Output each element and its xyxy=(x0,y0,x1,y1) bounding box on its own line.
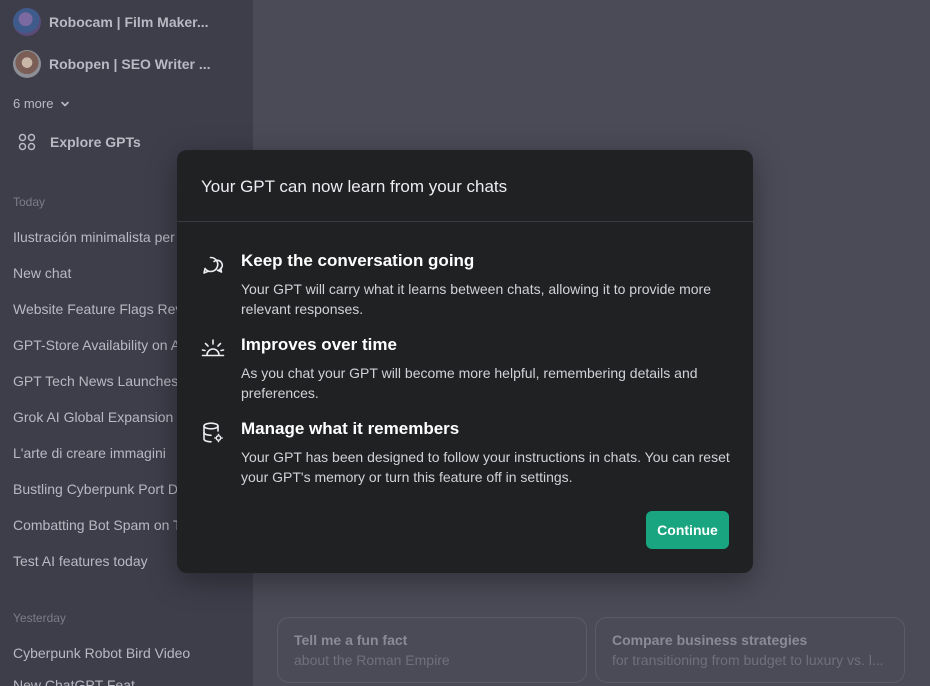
chat-list-item[interactable]: Cyberpunk Robot Bird Video xyxy=(13,645,253,661)
section-label-yesterday: Yesterday xyxy=(13,611,66,625)
suggestion-subtitle: about the Roman Empire xyxy=(294,652,450,668)
feature-description: Your GPT will carry what it learns betwe… xyxy=(241,281,711,317)
show-more-button[interactable]: 6 more xyxy=(13,96,71,111)
chevron-down-icon xyxy=(61,101,70,106)
show-more-label: 6 more xyxy=(13,96,54,111)
database-settings-icon xyxy=(203,422,223,443)
avatar xyxy=(13,8,41,36)
suggestion-title: Compare business strategies xyxy=(612,632,808,648)
feature-heading: Improves over time xyxy=(241,335,397,354)
chat-bubbles-icon xyxy=(203,256,223,274)
feature-heading: Manage what it remembers xyxy=(241,419,460,438)
suggestion-card[interactable]: Tell me a fun fact about the Roman Empir… xyxy=(277,617,587,683)
sidebar-gpt-robopen[interactable]: Robopen | SEO Writer ... xyxy=(13,50,211,78)
sidebar-gpt-robocam[interactable]: Robocam | Film Maker... xyxy=(13,8,209,36)
divider xyxy=(177,221,753,222)
suggestion-title: Tell me a fun fact xyxy=(294,632,408,648)
feature-heading: Keep the conversation going xyxy=(241,251,475,270)
suggestion-card[interactable]: Compare business strategies for transiti… xyxy=(595,617,905,683)
grid-icon xyxy=(18,133,36,151)
feature-description: Your GPT has been designed to follow you… xyxy=(241,449,730,485)
suggestion-subtitle: for transitioning from budget to luxury … xyxy=(612,652,884,668)
sidebar-gpt-label: Robopen | SEO Writer ... xyxy=(49,56,211,72)
sidebar-gpt-label: Robocam | Film Maker... xyxy=(49,14,209,30)
sunrise-icon xyxy=(201,339,225,357)
feature-description: As you chat your GPT will become more he… xyxy=(241,365,698,401)
dialog-title: Your GPT can now learn from your chats xyxy=(201,177,508,196)
avatar xyxy=(13,50,41,78)
chat-list-item[interactable]: New ChatGPT Feat xyxy=(13,677,253,686)
section-label-today: Today xyxy=(13,195,46,209)
continue-button[interactable]: Continue xyxy=(646,511,729,549)
explore-gpts-label: Explore GPTs xyxy=(50,134,141,150)
memory-dialog: Your GPT can now learn from your chats K… xyxy=(177,150,753,573)
explore-gpts-button[interactable]: Explore GPTs xyxy=(18,133,141,151)
